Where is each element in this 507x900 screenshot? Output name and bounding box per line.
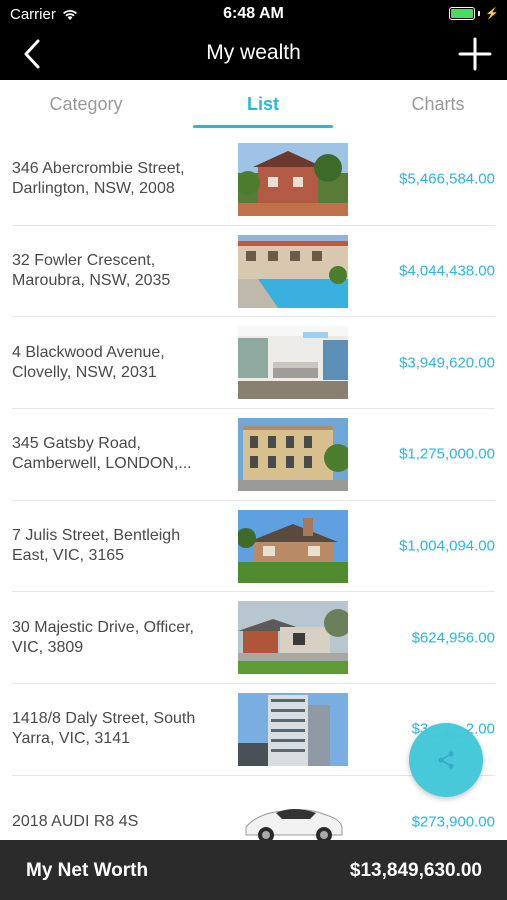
tab-list[interactable]: List [183,94,343,115]
list-item[interactable]: 4 Blackwood Avenue, Clovelly, NSW, 2031 … [12,317,495,410]
share-icon [438,751,454,769]
charging-bolt-icon: ⚡ [485,8,499,20]
asset-value: $5,466,584.00 [399,170,495,188]
asset-value: $4,044,438.00 [399,262,495,280]
interior-photo [238,326,348,400]
house-photo [238,143,348,216]
asset-value: $1,004,094.00 [399,537,495,555]
pool-photo [238,234,348,308]
asset-address: 2018 AUDI R8 4S [12,812,139,830]
active-tab-indicator [193,125,333,128]
list-item[interactable]: 346 Abercrombie Street, Darlington, NSW,… [12,134,495,226]
asset-address: 4 Blackwood Avenue, Clovelly, NSW, 2031 [12,343,165,381]
battery-indicator: ⚡ [449,7,499,20]
asset-address: 1418/8 Daly Street, South Yarra, VIC, 31… [12,710,196,748]
net-worth-value: $13,849,630.00 [349,860,482,881]
nav-bar: My wealth [0,28,507,80]
net-worth-footer: My Net Worth $13,849,630.00 [0,840,507,900]
status-bar: Carrier 6:48 AM ⚡ [0,0,507,28]
list-item[interactable]: 7 Julis Street, Bentleigh East, VIC, 316… [12,501,495,593]
list-item[interactable]: 32 Fowler Crescent, Maroubra, NSW, 2035 … [12,226,495,318]
asset-address: 32 Fowler Crescent, Maroubra, NSW, 2035 [12,252,171,290]
terrace-photo [238,418,348,492]
asset-address: 30 Majestic Drive, Officer, VIC, 3809 [12,618,194,656]
share-button[interactable] [409,723,483,797]
asset-address: 345 Gatsby Road, Camberwell, LONDON,... [12,435,192,473]
asset-value: $3,949,620.00 [399,354,495,372]
tab-category[interactable]: Category [6,94,166,115]
asset-address: 7 Julis Street, Bentleigh East, VIC, 316… [12,527,181,565]
plus-icon[interactable] [457,36,493,72]
page-title: My wealth [206,41,301,64]
list-item[interactable]: 345 Gatsby Road, Camberwell, LONDON,... … [12,409,495,501]
net-worth-label: My Net Worth [26,860,149,881]
tower-photo [238,693,348,767]
car-photo [238,784,348,840]
list-item[interactable]: 30 Majestic Drive, Officer, VIC, 3809 $6… [12,592,495,685]
battery-icon [449,7,476,20]
asset-address: 346 Abercrombie Street, Darlington, NSW,… [12,160,185,198]
new-home-photo [238,601,348,675]
status-time: 6:48 AM [223,5,284,22]
bungalow-photo [238,509,348,583]
asset-value: $624,956.00 [411,629,495,647]
asset-value: $273,900.00 [411,813,495,831]
segmented-tabs: Category List Charts [0,80,507,130]
asset-value: $1,275,000.00 [399,445,495,463]
tab-charts[interactable]: Charts [358,94,507,115]
